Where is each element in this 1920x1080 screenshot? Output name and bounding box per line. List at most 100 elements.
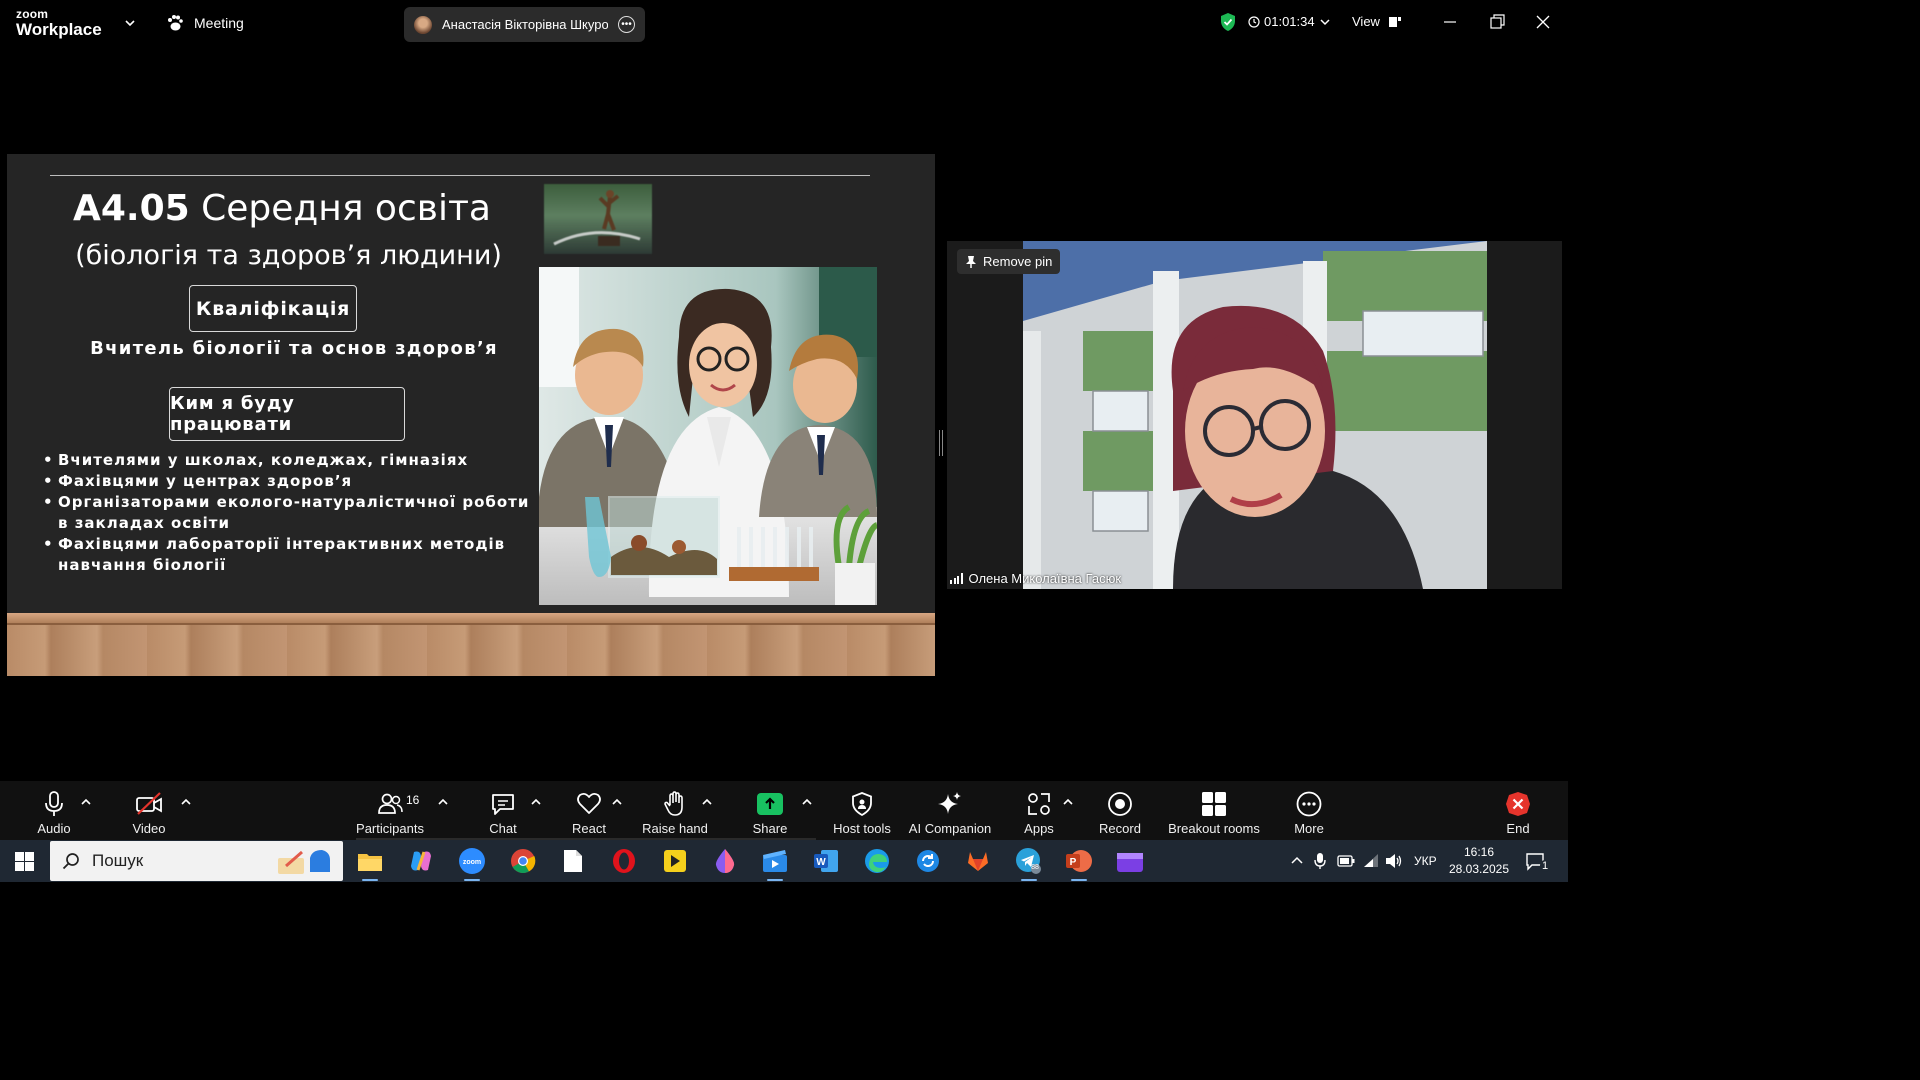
remove-pin-button[interactable]: Remove pin: [957, 249, 1061, 274]
react-label: React: [572, 821, 606, 836]
qualification-box: Кваліфікація: [189, 285, 357, 332]
svg-text:W: W: [816, 857, 826, 868]
audio-button[interactable]: Audio: [35, 781, 73, 840]
microphone-tray-icon[interactable]: [1314, 852, 1326, 870]
active-speaker-name: Анастасія Вікторівна Шкуропат: [442, 17, 608, 32]
gitlab-app[interactable]: [963, 846, 993, 876]
pinned-video-tile[interactable]: Remove pin Олена Миколаївна Гасюк: [947, 241, 1562, 589]
zoom-app[interactable]: zoom: [457, 846, 487, 881]
participants-options-chevron-icon[interactable]: [437, 796, 449, 808]
meeting-tab[interactable]: Meeting: [166, 14, 244, 32]
folder-icon: [358, 854, 382, 871]
hand-icon: [664, 791, 683, 816]
view-button[interactable]: View: [1352, 14, 1402, 29]
taskbar-clock[interactable]: 16:16 28.03.2025: [1446, 844, 1512, 878]
share-button[interactable]: Share: [751, 781, 789, 840]
resize-handle[interactable]: [939, 430, 943, 456]
wifi-icon[interactable]: [1362, 853, 1380, 869]
taskbar-search-box[interactable]: Пошук: [50, 841, 343, 881]
media-player-app[interactable]: [660, 846, 690, 876]
copilot-app[interactable]: [406, 846, 436, 876]
shared-screen-slide: А4.05 Середня освіта (біологія та здоров…: [7, 154, 935, 676]
apps-button[interactable]: Apps: [1020, 781, 1058, 840]
speaker-volume-icon[interactable]: [1385, 853, 1403, 869]
video-button[interactable]: Video: [127, 781, 171, 840]
audio-options-chevron-icon[interactable]: [80, 796, 92, 808]
chat-label: Chat: [489, 821, 517, 836]
document-app[interactable]: [558, 846, 588, 876]
more-button[interactable]: More: [1288, 781, 1330, 840]
plant-figure-thumbnail: [544, 184, 652, 254]
ai-companion-label: AI Companion: [908, 821, 992, 836]
participants-button[interactable]: 16 Participants: [355, 781, 425, 840]
powerpoint-app[interactable]: P: [1064, 846, 1094, 881]
word-app[interactable]: W: [811, 846, 841, 876]
raise-hand-options-chevron-icon[interactable]: [701, 796, 713, 808]
video-editor-app[interactable]: [760, 846, 790, 881]
slide-title-code: А4.05: [72, 188, 190, 229]
shield-check-icon[interactable]: [1219, 12, 1237, 32]
react-button[interactable]: React: [570, 781, 608, 840]
teacher-title: Вчитель біології та основ здоров’я: [90, 338, 498, 359]
more-icon: [1296, 791, 1322, 817]
breakout-rooms-button[interactable]: Breakout rooms: [1166, 781, 1262, 840]
shield-icon: [852, 792, 872, 816]
svg-text:zoom: zoom: [463, 859, 481, 866]
clock-date: 28.03.2025: [1448, 862, 1510, 876]
ai-companion-button[interactable]: AI Companion: [907, 781, 993, 840]
breakout-rooms-icon: [1202, 792, 1226, 816]
slide-subtitle: (біологія та здоров’я людини): [75, 240, 502, 271]
file-explorer-app[interactable]: [355, 846, 385, 881]
react-options-chevron-icon[interactable]: [611, 796, 623, 808]
windows-start-icon[interactable]: [15, 852, 34, 871]
meeting-label: Meeting: [194, 15, 244, 31]
apps-options-chevron-icon[interactable]: [1062, 796, 1074, 808]
participants-count: 16: [406, 793, 420, 807]
sync-app[interactable]: [913, 846, 943, 876]
title-bar: zoom Workplace Meeting Анастасія Вікторі…: [0, 0, 1568, 46]
notification-count: 1: [1540, 860, 1551, 872]
raise-hand-button[interactable]: Raise hand: [642, 781, 708, 840]
logo-small-text: zoom: [16, 7, 49, 21]
close-icon[interactable]: [1533, 12, 1553, 32]
clock-icon: [1248, 15, 1260, 28]
active-speaker-pill[interactable]: Анастасія Вікторівна Шкуропат •••: [404, 7, 645, 42]
clip-icon: [1117, 853, 1143, 872]
more-options-icon[interactable]: •••: [618, 16, 635, 33]
video-options-chevron-icon[interactable]: [180, 796, 192, 808]
end-meeting-button[interactable]: End: [1499, 781, 1537, 840]
clapper-icon: [763, 850, 787, 872]
chevron-down-icon[interactable]: [124, 17, 136, 29]
color-drop-app[interactable]: [710, 846, 740, 876]
career-list: Вчителями у школах, коледжах, гімназіях …: [43, 450, 543, 576]
microphone-icon: [45, 791, 63, 816]
chat-button[interactable]: Chat: [484, 781, 522, 840]
slide-title: А4.05 Середня освіта: [7, 188, 557, 229]
chat-icon: [492, 794, 514, 815]
view-layout-icon: [1388, 16, 1401, 27]
telegram-app[interactable]: 88: [1014, 846, 1044, 881]
clipchamp-app[interactable]: [1115, 846, 1145, 876]
chrome-app[interactable]: [508, 846, 538, 876]
chat-options-chevron-icon[interactable]: [530, 796, 542, 808]
participant-video-feed: [1023, 241, 1487, 589]
edge-app[interactable]: [862, 846, 892, 876]
sparkle-icon: [938, 792, 961, 814]
host-tools-button[interactable]: Host tools: [831, 781, 893, 840]
more-label: More: [1294, 821, 1324, 836]
minimize-icon[interactable]: [1440, 12, 1460, 32]
search-icon: [62, 853, 79, 870]
restore-icon[interactable]: [1487, 12, 1507, 32]
opera-app[interactable]: [609, 846, 639, 876]
meeting-timer[interactable]: 01:01:34: [1248, 14, 1331, 29]
opera-icon: [613, 849, 635, 873]
input-language[interactable]: УКР: [1414, 840, 1437, 882]
share-options-chevron-icon[interactable]: [801, 796, 813, 808]
chevron-up-icon[interactable]: [1290, 855, 1304, 865]
zoom-workplace-logo[interactable]: zoom Workplace: [16, 8, 102, 38]
edge-icon: [865, 849, 889, 873]
breakout-rooms-label: Breakout rooms: [1168, 821, 1260, 836]
word-icon: W: [814, 850, 838, 872]
battery-icon[interactable]: [1337, 854, 1355, 868]
record-button[interactable]: Record: [1096, 781, 1144, 840]
